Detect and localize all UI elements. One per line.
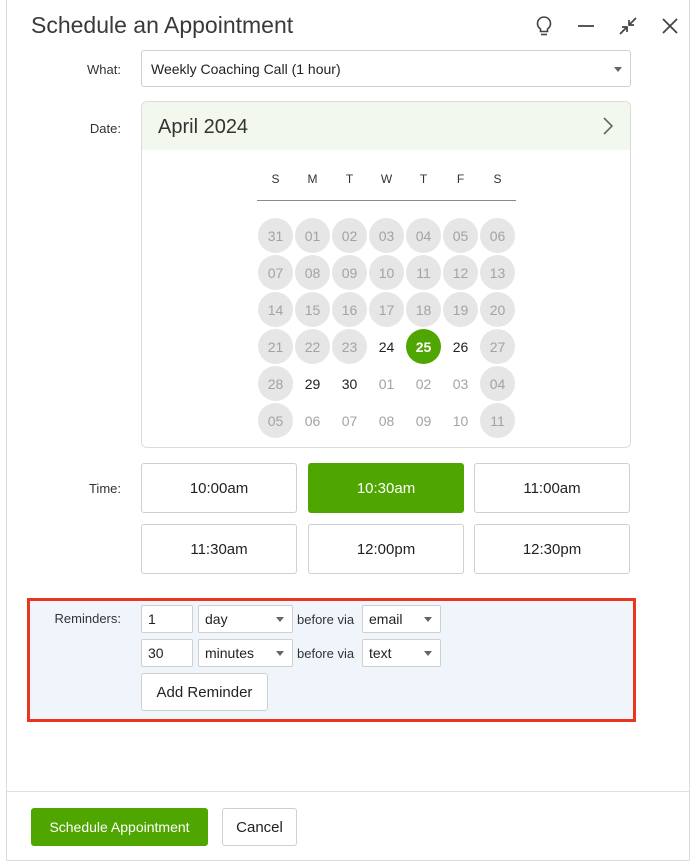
- calendar-day: 10: [452, 412, 469, 429]
- calendar-day: 06: [480, 218, 515, 253]
- lightbulb-icon[interactable]: [530, 12, 558, 40]
- time-slot-button[interactable]: 10:00am: [141, 463, 297, 513]
- calendar-header: April 2024: [142, 102, 630, 150]
- reminders-label: Reminders:: [54, 611, 121, 626]
- calendar-day: 13: [480, 255, 515, 290]
- chevron-down-icon: [276, 617, 284, 622]
- calendar-day: 03: [369, 218, 404, 253]
- calendar-day: 04: [406, 218, 441, 253]
- collapse-icon[interactable]: [614, 12, 642, 40]
- reminder-2-channel-value: text: [369, 645, 392, 661]
- weekday-header: T: [419, 172, 428, 186]
- time-slot-button[interactable]: 12:30pm: [474, 524, 630, 574]
- calendar-day: 20: [480, 292, 515, 327]
- reminder-2-channel-select[interactable]: text: [362, 639, 441, 667]
- calendar-divider: [257, 200, 516, 201]
- close-icon[interactable]: [656, 12, 684, 40]
- calendar-day: 08: [295, 255, 330, 290]
- calendar-day: 21: [258, 329, 293, 364]
- calendar-day: 22: [295, 329, 330, 364]
- reminder-1-channel-select[interactable]: email: [362, 605, 441, 633]
- calendar-day[interactable]: 30: [332, 366, 367, 401]
- calendar-day[interactable]: 26: [443, 329, 478, 364]
- calendar-day: 07: [258, 255, 293, 290]
- reminder-1-via-text: before via: [297, 612, 355, 627]
- schedule-appointment-button[interactable]: Schedule Appointment: [31, 808, 208, 846]
- weekday-header: F: [456, 172, 465, 186]
- time-label: Time:: [88, 481, 121, 496]
- calendar-day: 07: [341, 412, 358, 429]
- calendar-day: 06: [304, 412, 321, 429]
- minimize-icon[interactable]: [572, 12, 600, 40]
- next-month-icon[interactable]: [596, 114, 620, 138]
- cancel-button[interactable]: Cancel: [222, 808, 297, 846]
- reminder-1-amount-input[interactable]: 1: [141, 605, 193, 633]
- time-slot-button[interactable]: 11:00am: [474, 463, 630, 513]
- reminder-2-amount-input[interactable]: 30: [141, 639, 193, 667]
- calendar-day: 01: [378, 375, 395, 392]
- calendar-day: 31: [258, 218, 293, 253]
- calendar-day: 18: [406, 292, 441, 327]
- calendar-day[interactable]: 24: [369, 329, 404, 364]
- calendar-day: 05: [258, 403, 293, 438]
- calendar-day: 15: [295, 292, 330, 327]
- calendar-day: 02: [332, 218, 367, 253]
- chevron-down-icon: [276, 651, 284, 656]
- calendar-day: 04: [480, 366, 515, 401]
- appointment-type-value: Weekly Coaching Call (1 hour): [151, 60, 341, 77]
- calendar-day[interactable]: 29: [295, 366, 330, 401]
- calendar-day: 28: [258, 366, 293, 401]
- calendar-day: 11: [480, 403, 515, 438]
- reminder-2-unit-value: minutes: [205, 645, 255, 661]
- weekday-header: T: [345, 172, 354, 186]
- calendar-day: 01: [295, 218, 330, 253]
- add-reminder-button[interactable]: Add Reminder: [141, 673, 268, 711]
- calendar-day: 09: [332, 255, 367, 290]
- calendar-day: 10: [369, 255, 404, 290]
- calendar-month: April 2024: [158, 116, 249, 138]
- calendar: April 2024 SMTWTFS 31 01 02 03 04 05 06 07 08 09 1…: [141, 101, 631, 448]
- reminder-2-via-text: before via: [297, 646, 355, 661]
- calendar-day: 05: [443, 218, 478, 253]
- calendar-day: 03: [452, 375, 469, 392]
- calendar-day: 17: [369, 292, 404, 327]
- time-slot-button[interactable]: 11:30am: [141, 524, 297, 574]
- calendar-day: 09: [415, 412, 432, 429]
- calendar-day: 19: [443, 292, 478, 327]
- calendar-day-selected[interactable]: 25: [406, 329, 441, 364]
- weekday-header: S: [271, 172, 280, 186]
- calendar-day: 11: [406, 255, 441, 290]
- time-slot-button[interactable]: 10:30am: [308, 463, 464, 513]
- reminder-2-unit-select[interactable]: minutes: [198, 639, 293, 667]
- appointment-type-select[interactable]: Weekly Coaching Call (1 hour): [141, 50, 631, 87]
- chevron-down-icon: [614, 66, 622, 72]
- calendar-day: 08: [378, 412, 395, 429]
- reminder-1-unit-value: day: [205, 611, 228, 627]
- calendar-day: 23: [332, 329, 367, 364]
- chevron-down-icon: [424, 617, 432, 622]
- weekday-header: M: [307, 172, 318, 186]
- what-label: What:: [87, 62, 121, 77]
- calendar-day: 27: [480, 329, 515, 364]
- dialog-title: Schedule an Appointment: [31, 12, 294, 38]
- calendar-day: 14: [258, 292, 293, 327]
- calendar-day: 12: [443, 255, 478, 290]
- calendar-day: 16: [332, 292, 367, 327]
- time-slot-button[interactable]: 12:00pm: [308, 524, 464, 574]
- date-label: Date:: [89, 121, 121, 136]
- chevron-down-icon: [424, 651, 432, 656]
- footer-divider: [6, 791, 690, 792]
- weekday-header: S: [493, 172, 502, 186]
- reminder-1-channel-value: email: [369, 611, 403, 627]
- reminder-1-unit-select[interactable]: day: [198, 605, 293, 633]
- calendar-day: 02: [415, 375, 432, 392]
- weekday-header: W: [380, 172, 393, 186]
